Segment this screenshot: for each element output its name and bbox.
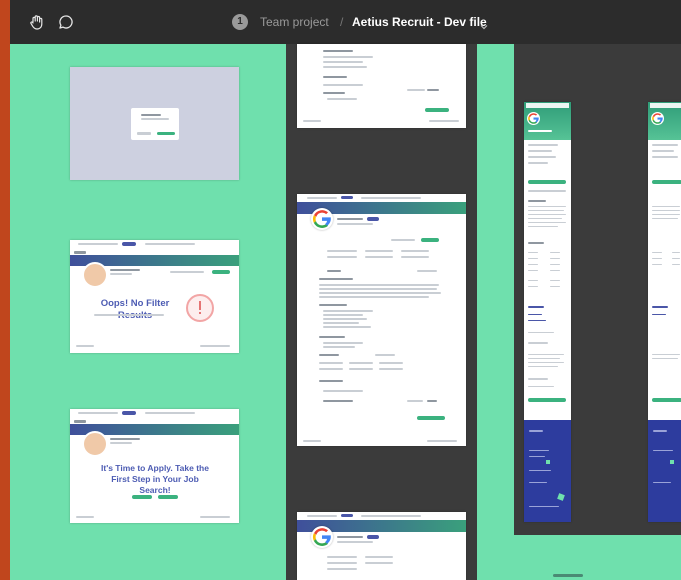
- job-detail-frame[interactable]: [297, 194, 466, 446]
- apply-message: It's Time to Apply. Take the First Step …: [101, 463, 209, 495]
- google-logo-icon: [311, 208, 333, 230]
- no-results-message: Oops! No Filter Results: [100, 298, 170, 321]
- horizontal-scrollbar[interactable]: [553, 574, 583, 577]
- team-breadcrumb[interactable]: Team project: [260, 0, 329, 44]
- job-detail-frame-top[interactable]: [297, 44, 466, 128]
- avatar: [82, 262, 108, 288]
- modal-dialog: [131, 108, 179, 140]
- file-name[interactable]: Aetius Recruit - Dev file: [352, 0, 487, 44]
- google-logo-icon: [527, 112, 540, 125]
- top-toolbar: 1 Team project / Aetius Recruit - Dev fi…: [10, 0, 681, 44]
- google-logo-icon: [311, 526, 333, 548]
- mobile-frame-1[interactable]: [524, 102, 571, 522]
- design-app: 1 Team project / Aetius Recruit - Dev fi…: [10, 0, 681, 580]
- apply-frame[interactable]: It's Time to Apply. Take the First Step …: [70, 409, 239, 523]
- avatar[interactable]: 1: [232, 14, 248, 30]
- google-logo-icon: [651, 112, 664, 125]
- dialog-frame[interactable]: [70, 67, 239, 180]
- chevron-down-icon[interactable]: [480, 18, 488, 30]
- hand-icon[interactable]: [28, 13, 46, 31]
- job-detail-frame-bottom[interactable]: [297, 512, 466, 580]
- avatar: [82, 431, 108, 457]
- no-results-frame[interactable]: Oops! No Filter Results: [70, 240, 239, 353]
- comment-icon[interactable]: [57, 13, 75, 31]
- breadcrumb-separator: /: [340, 15, 344, 29]
- mobile-frame-2[interactable]: [648, 102, 681, 522]
- mobile-footer: [524, 420, 571, 522]
- alert-icon: [186, 294, 214, 322]
